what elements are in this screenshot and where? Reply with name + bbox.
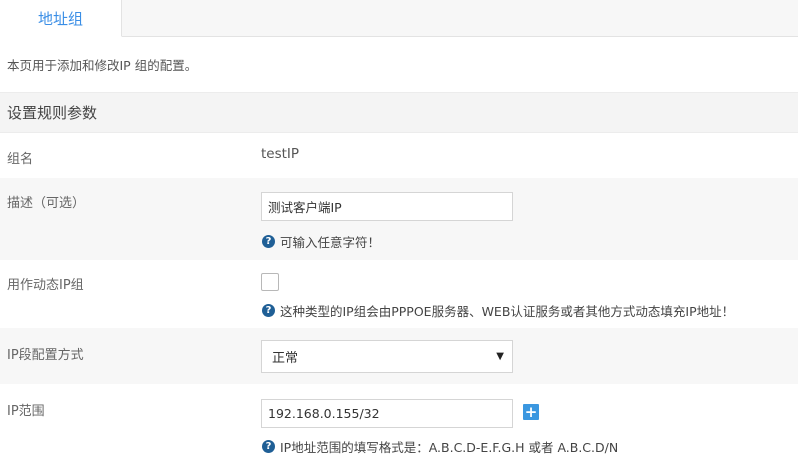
group-name-value: testIP [261, 146, 300, 162]
description-input[interactable] [261, 192, 513, 221]
ip-range-hint: ? IP地址范围的填写格式是：A.B.C.D-E.F.G.H 或者 A.B.C.… [262, 437, 618, 456]
question-circle-icon: ? [262, 440, 275, 453]
page-description: 本页用于添加和修改IP 组的配置。 [7, 58, 198, 73]
ip-range-label: IP范围 [7, 404, 45, 419]
ip-range-row: IP范围 + ? IP地址范围的填写格式是：A.B.C.D-E.F.G.H 或者… [0, 384, 798, 473]
plus-icon: + [524, 402, 538, 421]
description-row: 描述（可选） ? 可输入任意字符！ [0, 178, 798, 260]
add-range-button[interactable]: + [523, 404, 539, 420]
ip-mode-row: IP段配置方式 正常 ▼ [0, 328, 798, 384]
tab-label: 地址组 [37, 9, 83, 28]
ip-mode-label: IP段配置方式 [7, 348, 84, 363]
dynamic-ip-hint: ? 这种类型的IP组会由PPPOE服务器、WEB认证服务或者其他方式动态填充IP… [262, 301, 734, 320]
dynamic-ip-checkbox[interactable] [261, 273, 279, 291]
dynamic-ip-label: 用作动态IP组 [7, 278, 84, 293]
question-circle-icon: ? [262, 235, 275, 248]
caret-down-icon: ▼ [496, 351, 504, 362]
ip-range-input[interactable] [261, 399, 513, 428]
group-name-label: 组名 [7, 152, 34, 167]
ip-mode-select[interactable]: 正常 ▼ [261, 340, 513, 373]
tab-address-group[interactable]: 地址组 [0, 0, 122, 37]
description-label: 描述（可选） [7, 196, 86, 211]
section-title: 设置规则参数 [0, 92, 798, 133]
group-name-row: 组名 testIP [0, 134, 798, 178]
description-hint: ? 可输入任意字符！ [262, 232, 380, 251]
question-circle-icon: ? [262, 304, 275, 317]
tab-bar: 地址组 [0, 0, 798, 37]
dynamic-ip-row: 用作动态IP组 ? 这种类型的IP组会由PPPOE服务器、WEB认证服务或者其他… [0, 260, 798, 328]
